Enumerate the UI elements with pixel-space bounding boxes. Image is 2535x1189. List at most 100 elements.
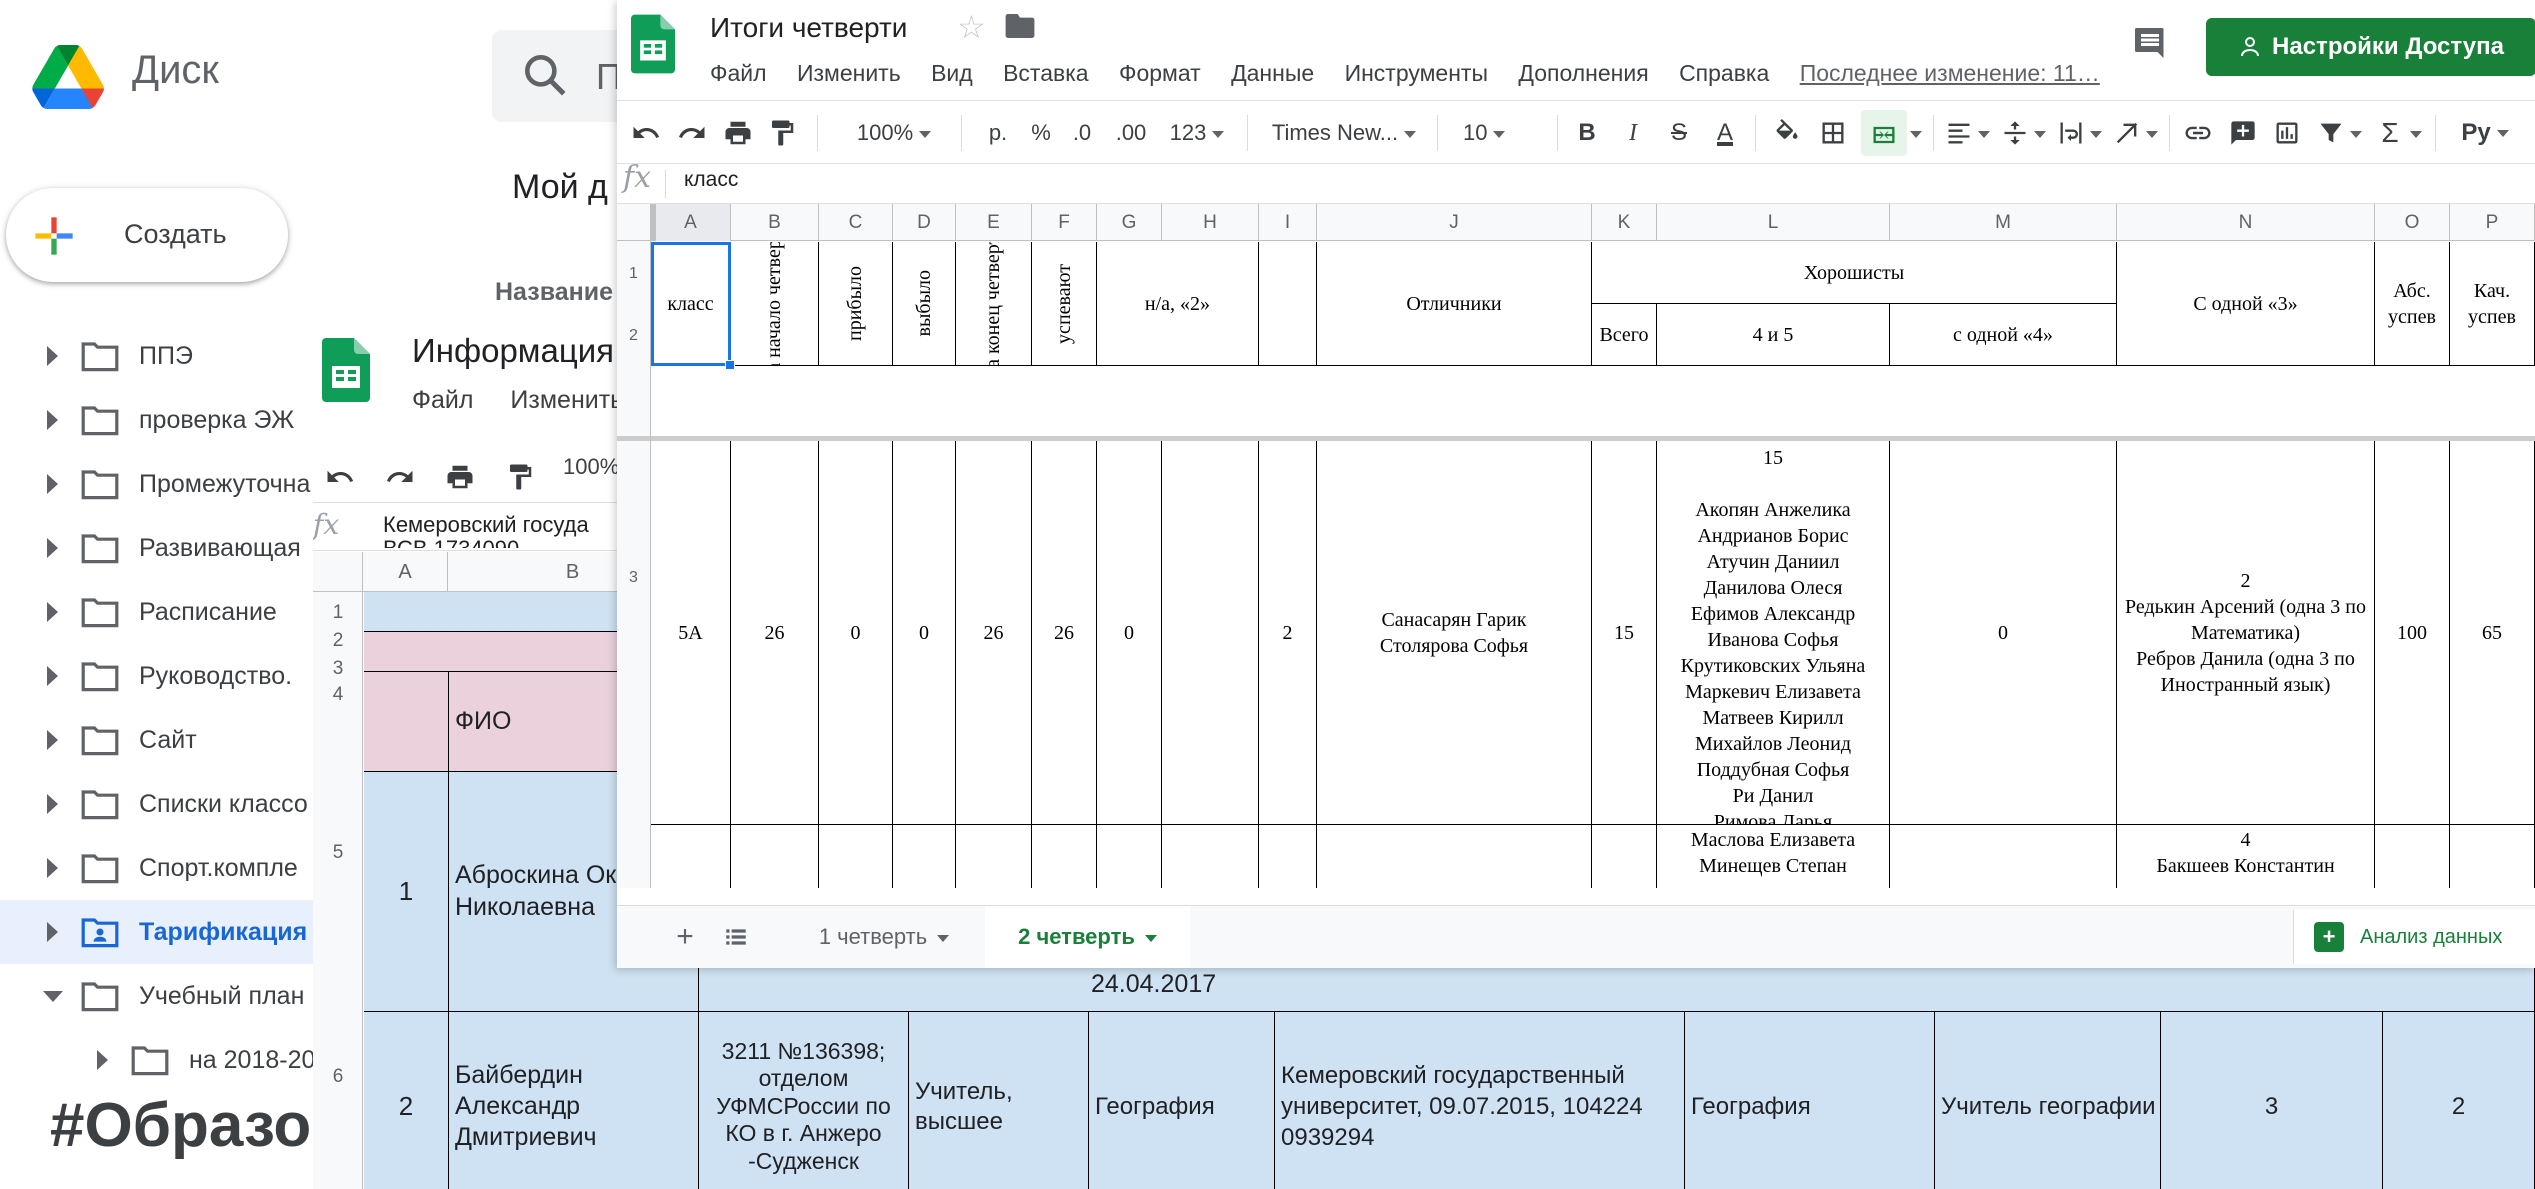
column-header-f[interactable]: F	[1032, 204, 1097, 241]
align-vertical-icon[interactable]	[2001, 119, 2029, 147]
cell-row4-one4[interactable]	[1890, 825, 2117, 888]
column-header-e[interactable]: E	[956, 204, 1032, 241]
print-icon[interactable]	[445, 462, 475, 492]
header-pass[interactable]: успевают	[1032, 242, 1097, 366]
folder-item[interactable]: Расписание	[0, 580, 320, 644]
row-header[interactable]: 5	[313, 842, 363, 864]
menu-file[interactable]: Файл	[412, 386, 473, 414]
all-sheets-icon[interactable]	[723, 924, 749, 950]
cell-end[interactable]: 26	[956, 441, 1032, 825]
menu-view[interactable]: Вид	[931, 60, 973, 86]
cell-row4[interactable]	[731, 825, 819, 888]
borders-icon[interactable]	[1819, 119, 1847, 147]
increase-decimal-button[interactable]: .00	[1103, 101, 1159, 165]
collapse-arrow-icon[interactable]	[43, 991, 63, 1002]
print-icon[interactable]	[723, 118, 753, 148]
menu-addons[interactable]: Дополнения	[1518, 60, 1648, 86]
row-header[interactable]: 1	[617, 265, 650, 283]
column-header-o[interactable]: O	[2375, 204, 2450, 241]
cell-row6-education[interactable]: Кемеровский государственный университет,…	[1275, 1012, 1685, 1189]
zoom-select[interactable]: 100%	[839, 101, 949, 165]
folder-item[interactable]: Тарификация	[0, 900, 320, 964]
folder-icon[interactable]	[1005, 14, 1035, 38]
formula-input[interactable]: Кемеровский госуда ВСВ 1734090	[383, 512, 589, 548]
cell-start[interactable]: 26	[731, 441, 819, 825]
text-rotation-dropdown[interactable]	[2139, 101, 2159, 165]
cell-row4[interactable]	[1317, 825, 1592, 888]
cell-row4[interactable]	[1259, 825, 1317, 888]
more-formats-select[interactable]: 123	[1157, 101, 1237, 165]
cell-klass[interactable]: 5А	[651, 441, 731, 825]
cell-pass[interactable]: 26	[1032, 441, 1097, 825]
my-drive-heading[interactable]: Мой д	[512, 168, 608, 207]
column-header-l[interactable]: L	[1657, 204, 1890, 241]
cell-row6-name[interactable]: Байбердин Александр Дмитриевич	[449, 1012, 699, 1189]
insert-link-icon[interactable]	[2183, 118, 2213, 148]
cell-row4[interactable]	[1162, 825, 1259, 888]
cell-row4[interactable]	[893, 825, 956, 888]
share-button[interactable]: Настройки Доступа	[2206, 18, 2535, 76]
cell-row4-qual[interactable]	[2450, 825, 2535, 888]
column-header-n[interactable]: N	[2117, 204, 2375, 241]
expand-arrow-icon[interactable]	[47, 858, 58, 878]
column-header-d[interactable]: D	[893, 204, 956, 241]
strikethrough-button[interactable]: S	[1659, 101, 1699, 165]
formula-input[interactable]: класс	[684, 168, 738, 192]
expand-arrow-icon[interactable]	[47, 794, 58, 814]
cell-row6-n1[interactable]: 3	[2161, 1012, 2383, 1189]
cell-na[interactable]: 0	[1097, 441, 1162, 825]
functions-icon[interactable]: Σ	[2373, 101, 2407, 165]
cell-arrived[interactable]: 0	[819, 441, 893, 825]
redo-icon[interactable]	[677, 118, 707, 148]
filter-icon[interactable]	[2317, 119, 2345, 147]
align-vertical-dropdown[interactable]	[2027, 101, 2047, 165]
text-color-button[interactable]: A	[1705, 101, 1745, 165]
cell-one3[interactable]: 2 Редькин Арсений (одна 3 по Математика) Р…	[2117, 441, 2375, 825]
folder-item[interactable]: проверка ЭЖ	[0, 388, 320, 452]
add-sheet-icon[interactable]: +	[665, 906, 705, 968]
header-good[interactable]: Хорошисты	[1592, 242, 2117, 304]
expand-arrow-icon[interactable]	[47, 410, 58, 430]
input-tools-select[interactable]: Ру	[2445, 101, 2525, 165]
select-all-corner[interactable]	[313, 552, 363, 592]
cell-row4[interactable]	[819, 825, 893, 888]
insert-chart-icon[interactable]	[2273, 119, 2301, 147]
row-header[interactable]: 3	[313, 658, 363, 680]
cell-excellent-names[interactable]: Санасарян Гарик Столярова Софья	[1317, 441, 1592, 825]
column-header-k[interactable]: K	[1592, 204, 1657, 241]
frozen-columns-divider[interactable]	[651, 204, 656, 241]
spreadsheet-title[interactable]: Итоги четверти	[710, 12, 907, 44]
undo-icon[interactable]	[631, 118, 661, 148]
menu-insert[interactable]: Вставка	[1003, 60, 1089, 86]
header-left[interactable]: выбыло	[893, 242, 956, 366]
expand-arrow-icon[interactable]	[47, 474, 58, 494]
column-header-c[interactable]: C	[819, 204, 893, 241]
folder-item[interactable]: Сайт	[0, 708, 320, 772]
column-header-b[interactable]: B	[731, 204, 819, 241]
folder-item[interactable]: Развивающая	[0, 516, 320, 580]
header-end[interactable]: На конец четверти	[956, 242, 1032, 366]
expand-arrow-icon[interactable]	[47, 538, 58, 558]
font-size-select[interactable]: 10	[1447, 101, 1547, 165]
menu-edit[interactable]: Изменить	[797, 60, 901, 86]
column-header-i[interactable]: I	[1259, 204, 1317, 241]
cell-abs[interactable]: 100	[2375, 441, 2450, 825]
bold-button[interactable]: B	[1567, 101, 1607, 165]
functions-dropdown[interactable]	[2403, 101, 2423, 165]
undo-icon[interactable]	[325, 462, 355, 492]
column-name-header[interactable]: Название	[495, 278, 613, 307]
filter-dropdown[interactable]	[2343, 101, 2363, 165]
insert-comment-icon[interactable]	[2229, 119, 2257, 147]
folder-item[interactable]: Спорт.компле	[0, 836, 320, 900]
tab-quarter-2[interactable]: 2 четверть	[985, 906, 1190, 968]
header-good-one4[interactable]: с одной «4»	[1890, 304, 2117, 366]
header-qual[interactable]: Кач. успев	[2450, 242, 2535, 366]
text-rotation-icon[interactable]	[2113, 119, 2141, 147]
column-header-p[interactable]: P	[2450, 204, 2535, 241]
font-family-select[interactable]: Times New...	[1259, 101, 1429, 165]
text-wrap-dropdown[interactable]	[2083, 101, 2103, 165]
expand-arrow-icon[interactable]	[47, 602, 58, 622]
decrease-decimal-button[interactable]: .0	[1057, 101, 1107, 165]
cell-row4[interactable]	[651, 825, 731, 888]
cell-qual[interactable]: 65	[2450, 441, 2535, 825]
